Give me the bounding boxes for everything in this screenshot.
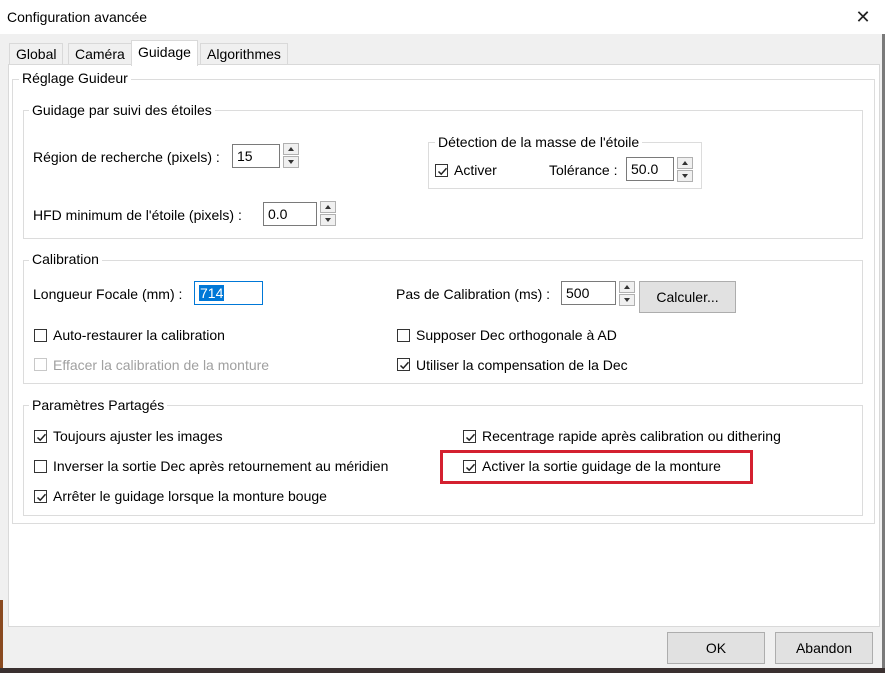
title-bar: Configuration avancée ✕: [0, 0, 885, 34]
spin-down-icon[interactable]: [283, 156, 299, 168]
cancel-button[interactable]: Abandon: [775, 632, 873, 664]
reverse-dec-label[interactable]: Inverser la sortie Dec après retournemen…: [53, 458, 388, 474]
always-scale-checkbox[interactable]: [34, 430, 47, 443]
highlight-box: [440, 450, 753, 484]
spin-up-icon[interactable]: [283, 143, 299, 155]
window-title: Configuration avancée: [7, 9, 148, 25]
tolerance-label: Tolérance :: [549, 162, 618, 178]
auto-restore-checkbox[interactable]: [34, 329, 47, 342]
fast-recenter-checkbox[interactable]: [463, 430, 476, 443]
star-tracking-title: Guidage par suivi des étoiles: [29, 102, 215, 118]
focal-length-label: Longueur Focale (mm) :: [33, 286, 183, 302]
mass-detection-enable-checkbox[interactable]: [435, 164, 448, 177]
stop-guiding-label[interactable]: Arrêter le guidage lorsque la monture bo…: [53, 488, 327, 504]
shared-params-title: Paramètres Partagés: [29, 397, 168, 413]
search-region-spinner[interactable]: [283, 143, 299, 169]
mass-detection-enable-label[interactable]: Activer: [454, 162, 497, 178]
dec-compensation-checkbox[interactable]: [397, 358, 410, 371]
calculate-button[interactable]: Calculer...: [639, 281, 736, 313]
guider-settings-title: Réglage Guideur: [19, 70, 131, 86]
tab-guidage[interactable]: Guidage: [131, 40, 198, 66]
search-region-input[interactable]: 15: [232, 144, 280, 168]
tab-camera[interactable]: Caméra: [68, 43, 132, 65]
tab-global[interactable]: Global: [9, 43, 64, 65]
tolerance-input[interactable]: 50.0: [626, 157, 674, 181]
close-icon[interactable]: ✕: [846, 2, 880, 32]
spin-down-icon[interactable]: [619, 294, 635, 306]
tolerance-spinner[interactable]: [677, 157, 693, 183]
stop-guiding-checkbox[interactable]: [34, 490, 47, 503]
fast-recenter-label[interactable]: Recentrage rapide après calibration ou d…: [482, 428, 781, 444]
clear-mount-calibration-checkbox: [34, 358, 47, 371]
ok-button[interactable]: OK: [667, 632, 765, 664]
spin-up-icon[interactable]: [677, 157, 693, 169]
spin-up-icon[interactable]: [320, 201, 336, 213]
mass-detection-title: Détection de la masse de l'étoile: [435, 134, 643, 150]
focal-length-input[interactable]: 714: [194, 281, 263, 305]
auto-restore-label[interactable]: Auto-restaurer la calibration: [53, 327, 225, 343]
calibration-step-label: Pas de Calibration (ms) :: [396, 286, 551, 302]
focal-length-value: 714: [199, 285, 225, 301]
assume-orthogonal-label[interactable]: Supposer Dec orthogonale à AD: [416, 327, 617, 343]
search-region-label: Région de recherche (pixels) :: [33, 149, 220, 165]
calibration-title: Calibration: [29, 251, 102, 267]
clear-mount-calibration-label: Effacer la calibration de la monture: [53, 357, 270, 373]
tab-algorithmes[interactable]: Algorithmes: [200, 43, 288, 65]
min-hfd-input[interactable]: 0.0: [263, 202, 317, 226]
window-edge-bottom: [0, 668, 885, 673]
assume-orthogonal-checkbox[interactable]: [397, 329, 410, 342]
min-hfd-label: HFD minimum de l'étoile (pixels) :: [33, 207, 242, 223]
calibration-step-spinner[interactable]: [619, 281, 635, 307]
always-scale-label[interactable]: Toujours ajuster les images: [53, 428, 223, 444]
spin-up-icon[interactable]: [619, 281, 635, 293]
window-edge-left: [0, 600, 3, 668]
spin-down-icon[interactable]: [677, 170, 693, 182]
spin-down-icon[interactable]: [320, 214, 336, 226]
reverse-dec-checkbox[interactable]: [34, 460, 47, 473]
calibration-step-input[interactable]: 500: [561, 281, 616, 305]
dec-compensation-label[interactable]: Utiliser la compensation de la Dec: [416, 357, 628, 373]
min-hfd-spinner[interactable]: [320, 201, 336, 227]
